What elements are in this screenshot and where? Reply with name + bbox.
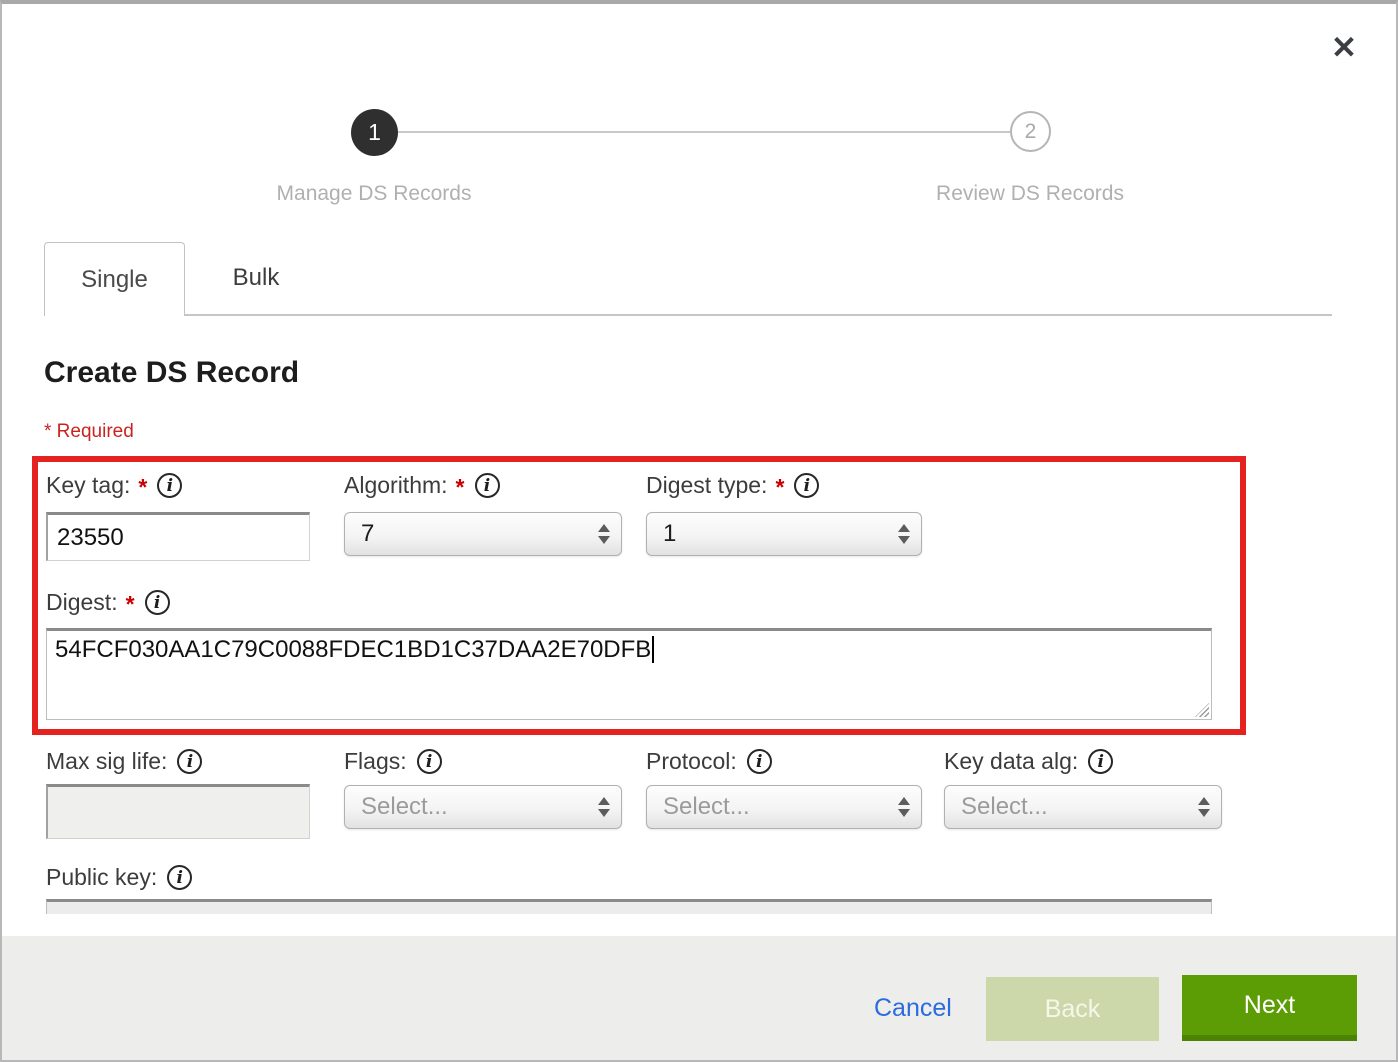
public-key-label-text: Public key: — [46, 864, 157, 891]
max-sig-life-input — [46, 784, 310, 839]
key-tag-input[interactable] — [46, 512, 310, 561]
flags-info-icon[interactable]: i — [417, 749, 442, 774]
key-tag-info-icon[interactable]: i — [157, 473, 182, 498]
key-tag-label: Key tag: * i — [46, 472, 182, 499]
close-icon[interactable]: ✕ — [1324, 28, 1364, 68]
protocol-label: Protocol: i — [646, 748, 772, 775]
key-tag-label-text: Key tag: — [46, 472, 130, 499]
digest-value: 54FCF030AA1C79C0088FDEC1BD1C37DAA2E70DFB — [55, 636, 651, 663]
max-sig-life-info-icon[interactable]: i — [177, 749, 202, 774]
algorithm-label-text: Algorithm: — [344, 472, 448, 499]
flags-label: Flags: i — [344, 748, 442, 775]
digest-type-info-icon[interactable]: i — [794, 473, 819, 498]
tab-underline — [185, 314, 1332, 316]
key-data-alg-info-icon[interactable]: i — [1088, 749, 1113, 774]
digest-label: Digest: * i — [46, 589, 170, 616]
tab-bulk[interactable]: Bulk — [185, 242, 327, 314]
select-arrows-icon — [1198, 797, 1210, 817]
protocol-select[interactable]: Select... — [646, 785, 922, 829]
key-data-alg-select-value: Select... — [961, 793, 1048, 821]
select-arrows-icon — [598, 797, 610, 817]
max-sig-life-label-text: Max sig life: — [46, 748, 167, 775]
public-key-info-icon[interactable]: i — [167, 865, 192, 890]
digest-label-text: Digest: — [46, 589, 118, 616]
digest-type-label: Digest type: * i — [646, 472, 819, 499]
page-title: Create DS Record — [44, 356, 299, 390]
flags-select-value: Select... — [361, 793, 448, 821]
algorithm-label: Algorithm: * i — [344, 472, 500, 499]
protocol-info-icon[interactable]: i — [747, 749, 772, 774]
flags-label-text: Flags: — [344, 748, 407, 775]
public-key-textarea[interactable] — [46, 899, 1212, 914]
digest-textarea[interactable]: 54FCF030AA1C79C0088FDEC1BD1C37DAA2E70DFB — [46, 628, 1212, 720]
protocol-select-value: Select... — [663, 793, 750, 821]
text-caret — [652, 636, 654, 663]
key-tag-required-star: * — [138, 474, 147, 501]
digest-type-required-star: * — [775, 474, 784, 501]
key-data-alg-label: Key data alg: i — [944, 748, 1113, 775]
resize-grip-icon[interactable] — [1195, 703, 1209, 717]
stepper-step-1-circle: 1 — [351, 109, 398, 156]
digest-info-icon[interactable]: i — [145, 590, 170, 615]
protocol-label-text: Protocol: — [646, 748, 737, 775]
key-data-alg-select[interactable]: Select... — [944, 785, 1222, 829]
algorithm-select-value: 7 — [361, 520, 374, 548]
algorithm-required-star: * — [456, 474, 465, 501]
key-data-alg-label-text: Key data alg: — [944, 748, 1078, 775]
stepper-connector-line — [396, 131, 1010, 133]
algorithm-select[interactable]: 7 — [344, 512, 622, 556]
public-key-label: Public key: i — [46, 864, 192, 891]
next-button[interactable]: Next — [1182, 975, 1357, 1041]
algorithm-info-icon[interactable]: i — [475, 473, 500, 498]
back-button: Back — [986, 977, 1159, 1041]
stepper-step-2-label: Review DS Records — [880, 182, 1180, 206]
select-arrows-icon — [898, 524, 910, 544]
required-note: * Required — [44, 421, 134, 443]
tab-single[interactable]: Single — [44, 242, 185, 316]
stepper-step-2-circle: 2 — [1010, 111, 1051, 152]
flags-select[interactable]: Select... — [344, 785, 622, 829]
select-arrows-icon — [898, 797, 910, 817]
cancel-button[interactable]: Cancel — [874, 994, 952, 1023]
max-sig-life-label: Max sig life: i — [46, 748, 202, 775]
digest-type-select-value: 1 — [663, 520, 676, 548]
create-ds-record-dialog: ✕ 1 2 Manage DS Records Review DS Record… — [0, 0, 1398, 1062]
digest-required-star: * — [126, 591, 135, 618]
digest-type-label-text: Digest type: — [646, 472, 767, 499]
select-arrows-icon — [598, 524, 610, 544]
digest-type-select[interactable]: 1 — [646, 512, 922, 556]
stepper-step-1-label: Manage DS Records — [224, 182, 524, 206]
